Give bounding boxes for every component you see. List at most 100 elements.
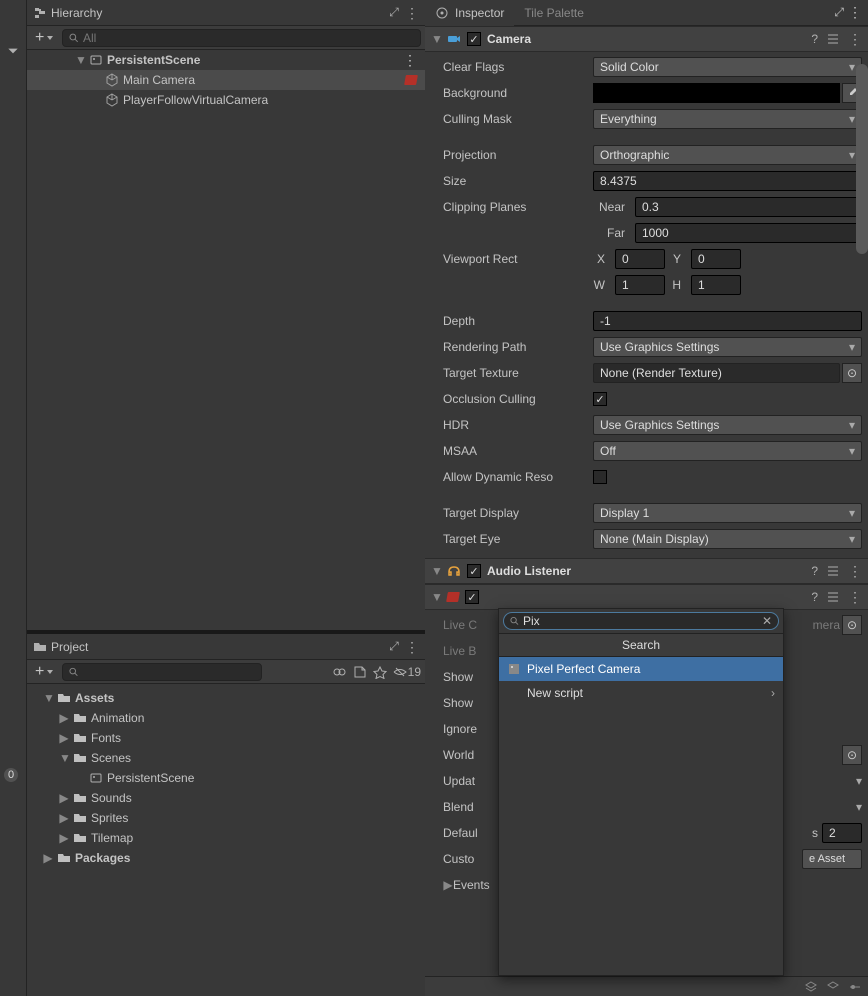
help-icon[interactable]: ? <box>811 590 818 604</box>
clear-flags-dropdown[interactable]: Solid Color▾ <box>593 57 862 77</box>
panel-menu-icon[interactable]: ⋮ <box>405 6 419 20</box>
popout-icon[interactable]: ⤢ <box>387 6 401 20</box>
object-picker-icon[interactable]: ⊙ <box>842 363 862 383</box>
component-search-box[interactable]: ✕ <box>503 612 779 630</box>
layers-icon[interactable] <box>804 980 818 994</box>
audio-enabled-checkbox[interactable] <box>467 564 481 578</box>
hierarchy-scene-row[interactable]: ▼ PersistentScene ⋮ <box>27 50 425 70</box>
culling-mask-dropdown[interactable]: Everything▾ <box>593 109 862 129</box>
near-field[interactable]: 0.3 <box>635 197 862 217</box>
size-field[interactable]: 8.4375 <box>593 171 862 191</box>
gameobject-icon <box>105 73 119 87</box>
scene-menu-icon[interactable]: ⋮ <box>403 53 417 67</box>
folder-sprites[interactable]: ▶Sprites <box>27 808 425 828</box>
msaa-dropdown[interactable]: Off▾ <box>593 441 862 461</box>
component-search-input[interactable] <box>523 614 758 628</box>
hierarchy-icon <box>33 6 47 20</box>
preset-icon[interactable] <box>826 32 840 46</box>
folder-sounds[interactable]: ▶Sounds <box>27 788 425 808</box>
background-color-field[interactable] <box>593 83 840 103</box>
component-menu-icon[interactable]: ⋮ <box>848 564 862 578</box>
far-field[interactable]: 1000 <box>635 223 862 243</box>
viewport-y[interactable]: 0 <box>691 249 741 269</box>
tab-inspector[interactable]: Inspector <box>425 0 514 26</box>
folder-icon <box>73 711 87 725</box>
preset-icon[interactable] <box>826 590 840 604</box>
hdr-dropdown[interactable]: Use Graphics Settings▾ <box>593 415 862 435</box>
target-eye-dropdown[interactable]: None (Main Display)▾ <box>593 529 862 549</box>
tab-tile-palette[interactable]: Tile Palette <box>514 0 594 26</box>
folder-animation[interactable]: ▶Animation <box>27 708 425 728</box>
object-picker-icon[interactable]: ⊙ <box>842 745 862 765</box>
folder-scenes[interactable]: ▼Scenes <box>27 748 425 768</box>
audio-listener-header[interactable]: ▼ Audio Listener ?⋮ <box>425 558 868 584</box>
popup-item-new-script[interactable]: New script › <box>499 681 783 705</box>
cinemachine-flag-icon <box>404 75 418 85</box>
headphones-icon <box>447 564 461 578</box>
help-icon[interactable]: ? <box>811 564 818 578</box>
popup-item-pixel-perfect-camera[interactable]: Pixel Perfect Camera <box>499 657 783 681</box>
blend-time-field[interactable]: 2 <box>822 823 862 843</box>
panel-menu-icon[interactable]: ⋮ <box>848 5 862 20</box>
popout-icon[interactable]: ⤢ <box>834 5 844 20</box>
project-search[interactable] <box>62 663 262 681</box>
project-header: Project ⤢ ⋮ <box>27 634 425 660</box>
object-picker-icon[interactable]: ⊙ <box>842 615 862 635</box>
chevron-right-icon: › <box>771 686 775 700</box>
dynamic-res-checkbox[interactable] <box>593 470 607 484</box>
foldout-icon[interactable]: ▼ <box>75 53 85 67</box>
camera-enabled-checkbox[interactable] <box>467 32 481 46</box>
inspector-icon <box>435 6 449 20</box>
hierarchy-search-input[interactable] <box>83 31 414 45</box>
project-title: Project <box>51 640 88 654</box>
create-button[interactable]: + <box>31 29 58 47</box>
component-menu-icon[interactable]: ⋮ <box>848 32 862 46</box>
filter-by-type-icon[interactable] <box>333 665 347 679</box>
visibility-off-icon <box>393 665 407 679</box>
layout-dropdown-icon[interactable] <box>6 44 20 58</box>
slider-icon[interactable] <box>848 980 862 994</box>
help-icon[interactable]: ? <box>811 32 818 46</box>
viewport-x[interactable]: 0 <box>615 249 665 269</box>
folder-icon <box>73 791 87 805</box>
script-icon <box>507 662 521 676</box>
panel-menu-icon[interactable]: ⋮ <box>405 640 419 654</box>
viewport-w[interactable]: 1 <box>615 275 665 295</box>
save-search-icon[interactable] <box>373 665 387 679</box>
project-search-input[interactable] <box>83 665 256 679</box>
viewport-h[interactable]: 1 <box>691 275 741 295</box>
folder-fonts[interactable]: ▶Fonts <box>27 728 425 748</box>
layers-icon-2[interactable] <box>826 980 840 994</box>
rendering-path-dropdown[interactable]: Use Graphics Settings▾ <box>593 337 862 357</box>
filter-by-label-icon[interactable] <box>353 665 367 679</box>
hierarchy-virtual-camera-row[interactable]: PlayerFollowVirtualCamera <box>27 90 425 110</box>
camera-component-header[interactable]: ▼ Camera ? ⋮ <box>425 26 868 52</box>
project-assets-row[interactable]: ▼ Assets <box>27 688 425 708</box>
custom-blends-field[interactable]: e Asset <box>802 849 862 869</box>
search-icon <box>69 33 79 43</box>
create-asset-button[interactable]: + <box>31 663 58 681</box>
cinemachine-brain-header[interactable]: ▼ x ?⋮ <box>425 584 868 610</box>
scene-icon <box>89 53 103 67</box>
cinemachine-enabled-checkbox[interactable] <box>465 590 479 604</box>
folder-icon <box>33 640 47 654</box>
clear-search-icon[interactable]: ✕ <box>762 614 772 628</box>
preset-icon[interactable] <box>826 564 840 578</box>
hierarchy-search[interactable] <box>62 29 421 47</box>
hidden-count[interactable]: 19 <box>393 665 421 679</box>
project-packages-row[interactable]: ▶Packages <box>27 848 425 868</box>
target-texture-field[interactable]: None (Render Texture) <box>593 363 840 383</box>
depth-field[interactable]: -1 <box>593 311 862 331</box>
target-display-dropdown[interactable]: Display 1▾ <box>593 503 862 523</box>
occlusion-checkbox[interactable] <box>593 392 607 406</box>
inspector-scrollbar[interactable] <box>856 64 868 254</box>
hierarchy-main-camera-row[interactable]: Main Camera <box>27 70 425 90</box>
component-menu-icon[interactable]: ⋮ <box>848 590 862 604</box>
projection-dropdown[interactable]: Orthographic▾ <box>593 145 862 165</box>
scene-asset[interactable]: PersistentScene <box>27 768 425 788</box>
popout-icon[interactable]: ⤢ <box>387 640 401 654</box>
add-component-popup: ✕ Search Pixel Perfect Camera New script… <box>498 608 784 976</box>
popup-title: Search <box>499 633 783 657</box>
folder-tilemap[interactable]: ▶Tilemap <box>27 828 425 848</box>
search-icon <box>510 616 519 626</box>
